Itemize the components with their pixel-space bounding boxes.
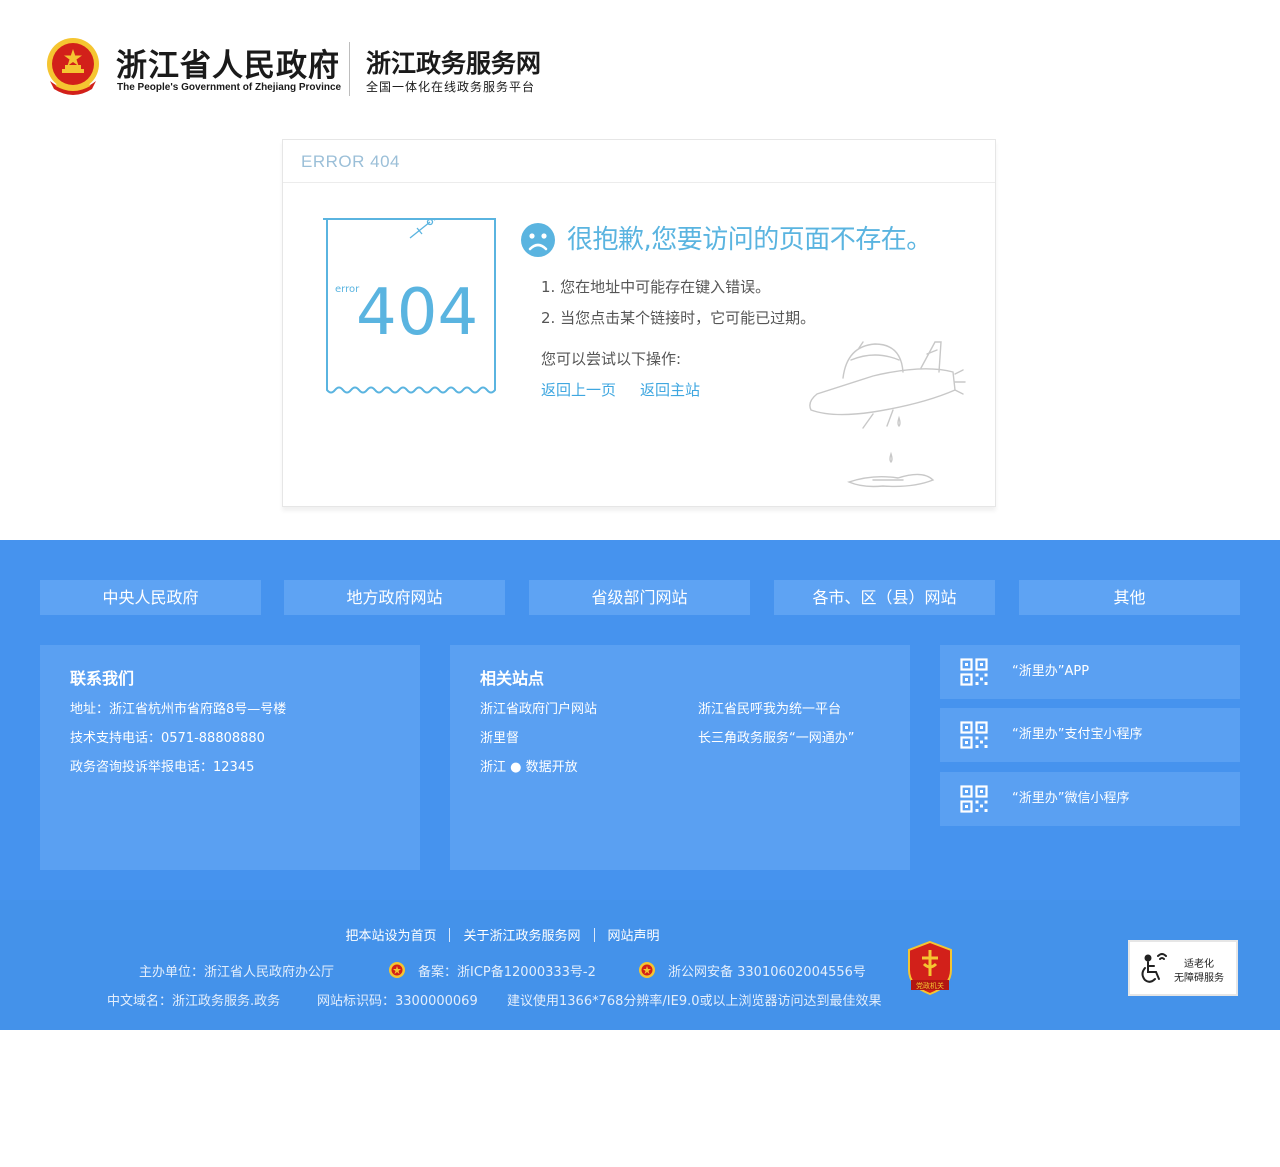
nav-city-county-sites[interactable]: 各市、区（县）网站 <box>774 580 995 615</box>
error-card: ERROR 404 error 404 很抱歉,您要访问的页面不存在。 1. 您… <box>282 139 996 507</box>
party-badge-icon[interactable]: 党政机关 <box>907 940 953 996</box>
error-card-header: ERROR 404 <box>283 140 995 183</box>
gov-title: 浙江省人民政府 <box>116 48 340 84</box>
nav-provincial-departments[interactable]: 省级部门网站 <box>529 580 750 615</box>
app-label: “浙里办”微信小程序 <box>1012 791 1130 806</box>
footer-top: 中央人民政府 地方政府网站 省级部门网站 各市、区（县）网站 其他 联系我们 地… <box>0 540 1280 900</box>
sponsor-text: 主办单位：浙江省人民政府办公厅 <box>139 965 335 980</box>
qr-code-icon <box>960 785 988 813</box>
police-record-link[interactable]: 浙公网安备 33010602004556号 <box>668 961 866 980</box>
link-separator <box>449 928 451 942</box>
app-wechat-miniprogram[interactable]: “浙里办”微信小程序 <box>940 772 1240 826</box>
contact-address: 地址：浙江省杭州市省府路8号—号楼 <box>70 702 287 717</box>
site-footer: 中央人民政府 地方政府网站 省级部门网站 各市、区（县）网站 其他 联系我们 地… <box>0 540 1280 1030</box>
qr-code-icon <box>960 721 988 749</box>
set-homepage-link[interactable]: 把本站设为首页 <box>345 929 436 944</box>
accessibility-label-1: 适老化 <box>1184 959 1214 970</box>
app-label: “浙里办”支付宝小程序 <box>1012 727 1143 742</box>
nav-other[interactable]: 其他 <box>1019 580 1240 615</box>
gov-subtitle: The People's Government of Zhejiang Prov… <box>117 82 342 93</box>
chinese-domain: 中文域名：浙江政务服务.政务 <box>107 994 281 1009</box>
error-headline-row: 很抱歉,您要访问的页面不存在。 <box>520 220 980 260</box>
error-tip-2: 2. 当您点击某个链接时，它可能已过期。 <box>541 309 816 327</box>
portal-title[interactable]: 浙江政务服务网 <box>366 44 541 80</box>
nav-central-government[interactable]: 中央人民政府 <box>40 580 261 615</box>
app-label: “浙里办”APP <box>1012 664 1090 679</box>
site-code: 网站标识码：3300000069 <box>317 994 478 1009</box>
police-badge-icon <box>389 962 405 978</box>
site-link-open-data[interactable]: 浙江 ● 数据开放 <box>480 756 578 775</box>
contact-title: 联系我们 <box>70 669 135 688</box>
accessibility-service-button[interactable]: 适老化 无障碍服务 <box>1128 940 1238 996</box>
rocket-illustration <box>809 341 966 488</box>
accessibility-icon <box>1141 953 1167 983</box>
statement-link[interactable]: 网站声明 <box>608 929 660 944</box>
site-link-public-voice[interactable]: 浙江省民呼我为统一平台 <box>698 698 841 717</box>
about-link[interactable]: 关于浙江政务服务网 <box>463 929 580 944</box>
go-home-link[interactable]: 返回主站 <box>640 379 700 400</box>
error-headline: 很抱歉,您要访问的页面不存在。 <box>567 225 932 255</box>
footer-links: 把本站设为首页 关于浙江政务服务网 网站声明 <box>0 925 1005 944</box>
app-alipay-miniprogram[interactable]: “浙里办”支付宝小程序 <box>940 708 1240 762</box>
related-sites-panel: 相关站点 浙江省政府门户网站 浙江省民呼我为统一平台 浙里督 长三角政务服务“一… <box>450 645 910 870</box>
sad-face-icon <box>521 223 555 257</box>
site-link-yangtze-delta[interactable]: 长三角政务服务“一网通办” <box>698 727 854 746</box>
contact-complaint-phone: 政务咨询投诉举报电话：12345 <box>70 760 255 775</box>
try-label: 您可以尝试以下操作: <box>541 350 682 368</box>
accessibility-label-2: 无障碍服务 <box>1174 973 1224 984</box>
error-404-ticket: error 404 <box>323 218 496 394</box>
party-badge-label: 党政机关 <box>916 981 944 990</box>
police-badge-icon <box>639 962 655 978</box>
site-header: 浙江省人民政府 The People's Government of Zheji… <box>0 0 1280 120</box>
icp-link[interactable]: 备案：浙ICP备12000333号-2 <box>418 961 596 980</box>
national-emblem-icon <box>47 38 99 95</box>
qr-code-icon <box>960 658 988 686</box>
browser-recommendation: 建议使用1366*768分辨率/IE9.0或以上浏览器访问达到最佳效果 <box>507 994 882 1009</box>
header-divider <box>349 42 350 96</box>
related-sites-title: 相关站点 <box>480 669 545 688</box>
contact-panel: 联系我们 地址：浙江省杭州市省府路8号—号楼 技术支持电话：0571-88808… <box>40 645 420 870</box>
footer-bottom: 把本站设为首页 关于浙江政务服务网 网站声明 主办单位：浙江省人民政府办公厅 备案：… <box>0 900 1280 1030</box>
app-download-zheliban[interactable]: “浙里办”APP <box>940 645 1240 699</box>
link-separator <box>593 928 595 942</box>
go-back-link[interactable]: 返回上一页 <box>541 379 616 400</box>
ticket-code: 404 <box>356 276 478 350</box>
site-link-provincial-portal[interactable]: 浙江省政府门户网站 <box>480 698 597 717</box>
contact-support-phone: 技术支持电话：0571-88808880 <box>70 731 265 746</box>
portal-subtitle: 全国一体化在线政务服务平台 <box>366 80 536 94</box>
site-link-zheli-du[interactable]: 浙里督 <box>480 727 519 746</box>
error-tip-1: 1. 您在地址中可能存在键入错误。 <box>541 278 771 296</box>
nav-local-government[interactable]: 地方政府网站 <box>284 580 505 615</box>
